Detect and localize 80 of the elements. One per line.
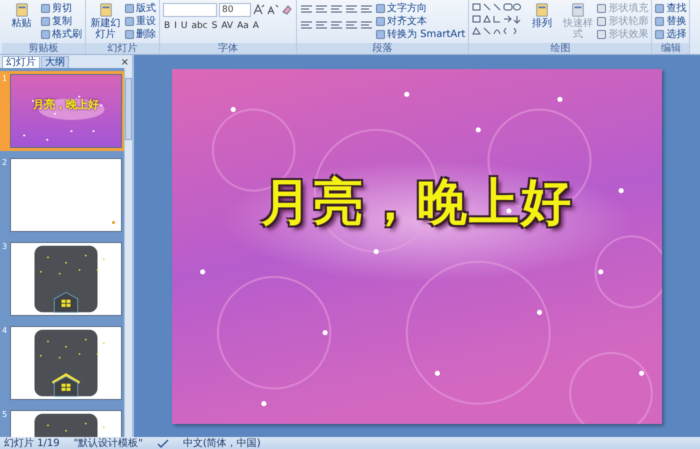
ribbon-button[interactable]: 新建幻灯片 bbox=[89, 2, 122, 40]
format-button[interactable]: S bbox=[210, 20, 218, 32]
ribbon-button[interactable]: 删除 bbox=[125, 28, 156, 40]
font-name-field[interactable] bbox=[163, 2, 217, 16]
format-button[interactable]: A bbox=[252, 20, 260, 32]
square-icon bbox=[125, 4, 134, 12]
format-button[interactable]: B bbox=[163, 20, 172, 32]
document-icon bbox=[98, 2, 114, 18]
square-icon bbox=[125, 30, 134, 38]
square-icon bbox=[41, 30, 50, 38]
square-icon bbox=[655, 30, 664, 38]
align-icon[interactable] bbox=[330, 4, 343, 15]
square-icon bbox=[41, 4, 50, 12]
format-button[interactable]: U bbox=[180, 20, 188, 32]
group-label: 段落 bbox=[297, 43, 468, 54]
ribbon-button[interactable]: 文字方向 bbox=[376, 2, 466, 14]
slide-number: 1 bbox=[2, 74, 8, 85]
ribbon-button[interactable]: 选择 bbox=[655, 28, 686, 40]
ribbon-button[interactable]: 查找 bbox=[655, 2, 686, 14]
grow-font-icon[interactable] bbox=[253, 4, 265, 15]
document-icon bbox=[534, 2, 550, 18]
document-icon bbox=[570, 2, 586, 18]
align-icon[interactable] bbox=[345, 4, 358, 15]
dot-icon bbox=[112, 221, 115, 224]
slide-number: 5 bbox=[2, 410, 8, 421]
scrollbar[interactable] bbox=[124, 68, 132, 437]
spellcheck-icon[interactable] bbox=[156, 438, 169, 448]
slide-title: 月亮，晚上好 bbox=[260, 172, 574, 232]
square-icon bbox=[597, 16, 606, 26]
group-label: 幻灯片 bbox=[86, 43, 159, 54]
align-icon[interactable] bbox=[300, 20, 313, 31]
ribbon-button[interactable]: 格式刷 bbox=[41, 28, 82, 40]
square-icon bbox=[376, 16, 385, 26]
format-button[interactable]: I bbox=[173, 20, 178, 32]
font-size-field[interactable]: 80 bbox=[219, 2, 251, 16]
align-icon[interactable] bbox=[360, 4, 373, 15]
shrink-font-icon[interactable] bbox=[267, 4, 279, 15]
theme-name: "默认设计模板" bbox=[74, 436, 143, 449]
group-label: 剪贴板 bbox=[2, 43, 85, 54]
ribbon-button[interactable]: 粘贴 bbox=[5, 2, 38, 29]
slide-number: 4 bbox=[2, 326, 8, 337]
square-icon bbox=[41, 16, 50, 26]
ribbon-button[interactable]: 排列 bbox=[525, 2, 558, 29]
square-icon bbox=[376, 4, 385, 12]
square-icon bbox=[376, 30, 385, 38]
ribbon-button[interactable]: 转换为 SmartArt bbox=[376, 28, 466, 40]
eraser-icon[interactable] bbox=[281, 4, 293, 15]
document-icon bbox=[14, 2, 30, 18]
language: 中文(简体，中国) bbox=[182, 436, 261, 449]
align-icon[interactable] bbox=[345, 20, 358, 31]
square-icon bbox=[655, 16, 664, 26]
align-icon[interactable] bbox=[315, 4, 328, 15]
align-icon[interactable] bbox=[330, 20, 343, 31]
ribbon-button[interactable]: 剪切 bbox=[41, 2, 82, 14]
square-icon bbox=[655, 4, 664, 12]
ribbon-button[interactable]: 重设 bbox=[125, 15, 156, 27]
square-icon bbox=[125, 16, 134, 26]
align-icon[interactable] bbox=[300, 4, 313, 15]
thumbnail-title: 月亮，晚上好 bbox=[32, 97, 100, 112]
group-label: 字体 bbox=[160, 43, 296, 54]
group-label: 编辑 bbox=[652, 43, 690, 54]
align-icon[interactable] bbox=[315, 20, 328, 31]
slide-number: 3 bbox=[2, 242, 8, 253]
ribbon-button[interactable]: 版式 bbox=[125, 2, 156, 14]
slide-number: 2 bbox=[2, 158, 8, 169]
square-icon bbox=[597, 30, 606, 38]
square-icon bbox=[597, 4, 606, 12]
panel-tab[interactable]: 大纲 bbox=[41, 56, 69, 68]
format-button[interactable]: AV bbox=[220, 20, 234, 32]
format-button[interactable]: Aa bbox=[236, 20, 250, 32]
ribbon-button[interactable]: 对齐文本 bbox=[376, 15, 466, 27]
slide-count: 幻灯片 1/19 bbox=[4, 436, 60, 449]
group-label: 绘图 bbox=[469, 43, 652, 54]
ribbon-button[interactable]: 复制 bbox=[41, 15, 82, 27]
align-icon[interactable] bbox=[360, 20, 373, 31]
ribbon-button[interactable]: 替换 bbox=[655, 15, 686, 27]
format-button[interactable]: abc bbox=[190, 20, 209, 32]
close-button[interactable]: × bbox=[118, 56, 132, 68]
slide-thumbnail[interactable] bbox=[10, 158, 122, 232]
panel-tab[interactable]: 幻灯片 bbox=[2, 56, 40, 68]
